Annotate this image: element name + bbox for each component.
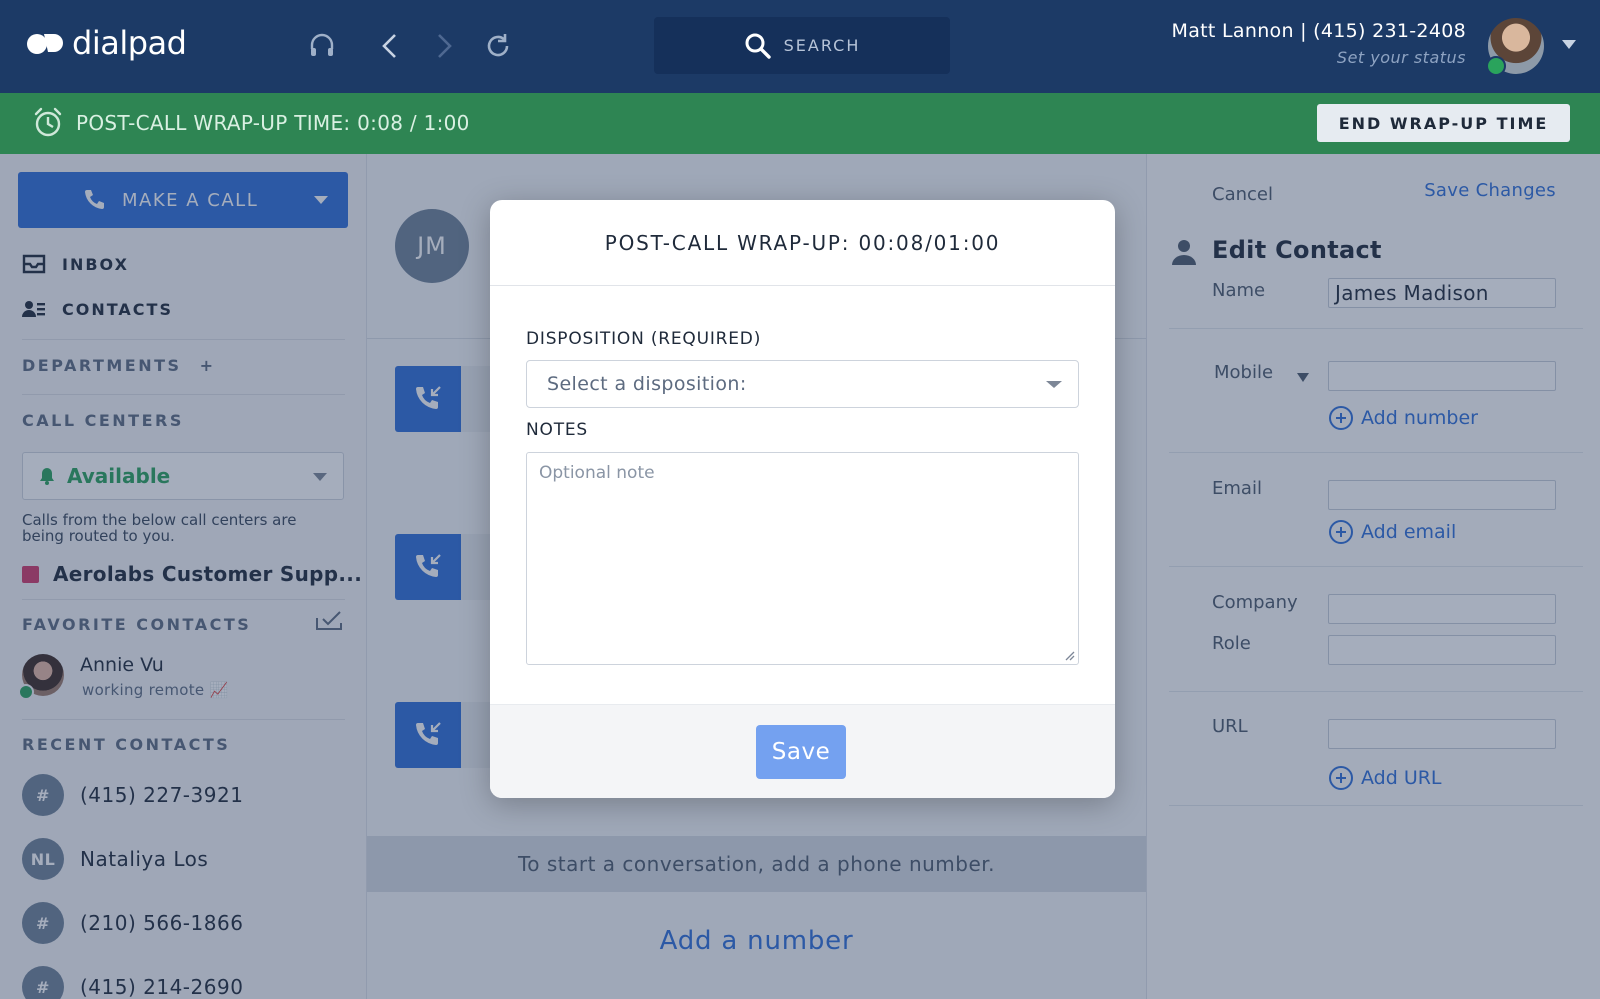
dialpad-logo[interactable]: dialpad — [26, 24, 187, 62]
forward-icon[interactable] — [428, 30, 460, 62]
alarm-clock-icon — [34, 107, 62, 137]
notes-field[interactable]: Optional note — [526, 452, 1079, 665]
end-wrapup-button[interactable]: END WRAP-UP TIME — [1317, 104, 1570, 142]
search-icon — [745, 33, 771, 59]
search-bar[interactable]: SEARCH — [654, 17, 950, 74]
brand-name: dialpad — [72, 24, 187, 62]
dialpad-logo-icon — [27, 34, 63, 54]
online-status-dot — [1486, 56, 1506, 76]
refresh-icon[interactable] — [482, 30, 514, 62]
wrapup-modal: POST-CALL WRAP-UP: 00:08/01:00 DISPOSITI… — [490, 200, 1115, 798]
user-name: Matt Lannon | (415) 231-2408 — [1171, 20, 1466, 42]
back-icon[interactable] — [374, 30, 406, 62]
user-info[interactable]: Matt Lannon | (415) 231-2408 Set your st… — [1172, 20, 1466, 67]
notes-label: NOTES — [526, 420, 589, 440]
user-avatar[interactable] — [1486, 18, 1544, 76]
disposition-select[interactable]: Select a disposition: — [526, 360, 1079, 408]
chevron-down-icon[interactable] — [1562, 40, 1576, 49]
resize-handle-icon[interactable] — [1063, 649, 1075, 661]
modal-footer: Save — [490, 704, 1115, 798]
disposition-placeholder: Select a disposition: — [547, 373, 747, 395]
disposition-label: DISPOSITION (REQUIRED) — [526, 329, 762, 349]
wrapup-banner: POST-CALL WRAP-UP TIME: 0:08 / 1:00 END … — [0, 93, 1600, 154]
chevron-down-icon — [1046, 381, 1062, 388]
search-placeholder: SEARCH — [783, 36, 861, 55]
top-bar: dialpad SEARCH Matt Lannon | (415) 231-2… — [0, 0, 1600, 93]
wrapup-timer-text: POST-CALL WRAP-UP TIME: 0:08 / 1:00 — [76, 111, 470, 135]
modal-title: POST-CALL WRAP-UP: 00:08/01:00 — [490, 200, 1115, 286]
set-status-link[interactable]: Set your status — [1172, 48, 1466, 67]
notes-placeholder: Optional note — [539, 463, 655, 483]
headset-icon[interactable] — [306, 30, 338, 62]
save-button[interactable]: Save — [756, 725, 846, 779]
